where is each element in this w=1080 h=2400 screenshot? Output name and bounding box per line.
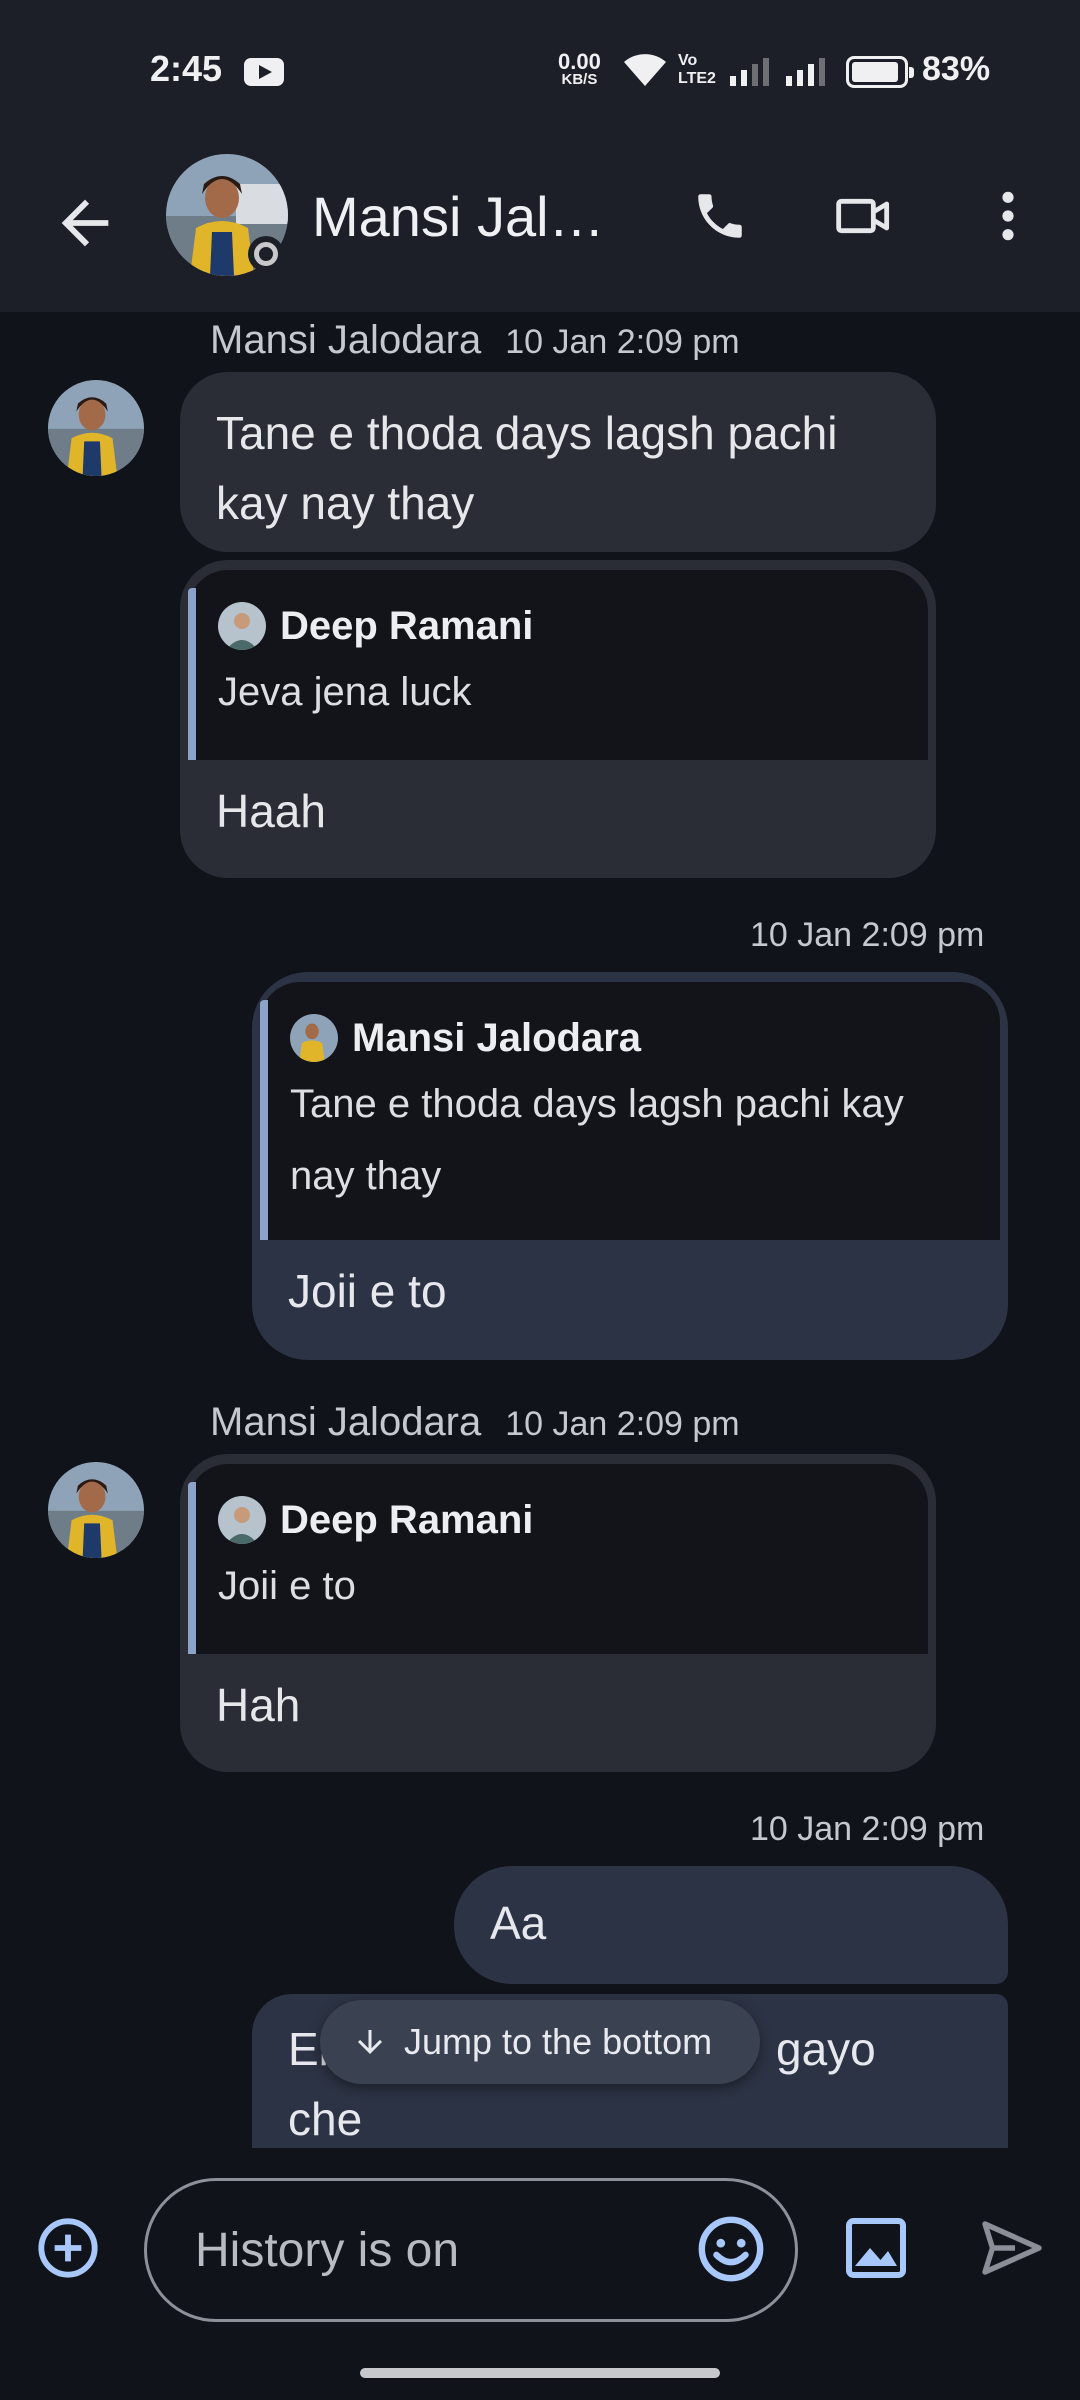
quote-author-avatar [218,1496,266,1544]
quote-author-name: Deep Ramani [280,1498,534,1542]
network-speed: 0.00 KB/S [558,51,601,88]
quote-author-avatar [218,602,266,650]
reply-message-bubble[interactable]: Deep Ramani Jeva jena luck Haah [180,560,936,878]
quote-author: Mansi Jalodara [290,1010,970,1066]
quote-author-name: Deep Ramani [280,604,534,648]
message-meta: Mansi Jalodara 10 Jan 2:09 pm [210,1400,740,1445]
conversation-header: Mansi Jalodara [0,130,1080,312]
message-text: Tane e thoda days lagsh pachi kay nay th… [216,407,838,529]
message-time: 10 Jan 2:09 pm [750,916,985,954]
message-time: 10 Jan 2:09 pm [505,323,740,361]
message-text: Hah [216,1679,301,1731]
video-call-icon[interactable] [824,176,904,256]
jump-to-bottom-button[interactable]: Jump to the bottom [320,2000,760,2084]
chat-screen: 2:45 0.00 KB/S Vo LTE2 83% Mansi Jalod M… [0,0,1080,2400]
wifi-icon [624,54,666,86]
back-arrow-icon[interactable] [50,188,120,258]
message-composer: History is on [0,2150,1080,2400]
sender-name: Mansi Jalodara [210,318,482,362]
message-text: Aa [490,1897,547,1949]
quoted-message[interactable]: Mansi Jalodara Tane e thoda days lagsh p… [260,982,1000,1240]
message-bubble[interactable]: Aa [454,1866,1008,1984]
message-time: 10 Jan 2:09 pm [505,1405,740,1443]
status-time: 2:45 [150,48,223,89]
quote-text: Joii e to [218,1564,356,1608]
message-meta: Mansi Jalodara 10 Jan 2:09 pm [210,318,740,363]
quote-author: Deep Ramani [218,598,898,654]
message-input-placeholder: History is on [195,2224,460,2277]
sender-avatar[interactable] [48,380,144,476]
add-attachment-icon[interactable] [36,2216,100,2280]
signal-sim2-icon [786,58,825,86]
sender-avatar[interactable] [48,1462,144,1558]
sender-name: Mansi Jalodara [210,1400,482,1444]
message-text: Haah [216,785,326,837]
message-text-line2: che [288,2093,363,2145]
reply-message-bubble[interactable]: Deep Ramani Joii e to Hah [180,1454,936,1772]
quote-author-name: Mansi Jalodara [352,1016,642,1060]
battery-percent: 83% [922,50,991,88]
status-bar: 2:45 0.00 KB/S Vo LTE2 83% [0,0,1080,130]
more-vert-icon[interactable] [968,176,1048,256]
jump-to-bottom-label: Jump to the bottom [404,2021,713,2062]
volte-indicator: Vo LTE2 [678,52,716,87]
signal-sim1-icon [730,58,769,86]
call-icon[interactable] [680,176,760,256]
quote-text: Tane e thoda days lagsh pachi kay nay th… [290,1082,904,1198]
battery-icon [846,56,914,88]
quoted-message[interactable]: Deep Ramani Joii e to [188,1464,928,1654]
network-speed-unit: KB/S [561,71,598,88]
home-indicator[interactable] [360,2368,720,2378]
message-text: Joii e to [288,1265,447,1317]
contact-name[interactable]: Mansi Jalodara [312,184,632,249]
message-text-end: gayo [776,2023,876,2075]
presence-status-icon [248,236,284,272]
arrow-down-icon [358,2030,382,2054]
send-icon[interactable] [976,2212,1048,2284]
image-gallery-icon[interactable] [840,2212,912,2284]
message-bubble[interactable]: Tane e thoda days lagsh pachi kay nay th… [180,372,936,552]
reply-message-bubble[interactable]: Mansi Jalodara Tane e thoda days lagsh p… [252,972,1008,1360]
message-time: 10 Jan 2:09 pm [750,1810,985,1848]
quoted-message[interactable]: Deep Ramani Jeva jena luck [188,570,928,760]
quote-author: Deep Ramani [218,1492,898,1548]
quote-text: Jeva jena luck [218,670,472,714]
youtube-notification-icon [244,58,284,86]
quote-author-avatar [290,1014,338,1062]
emoji-icon[interactable] [696,2214,766,2284]
